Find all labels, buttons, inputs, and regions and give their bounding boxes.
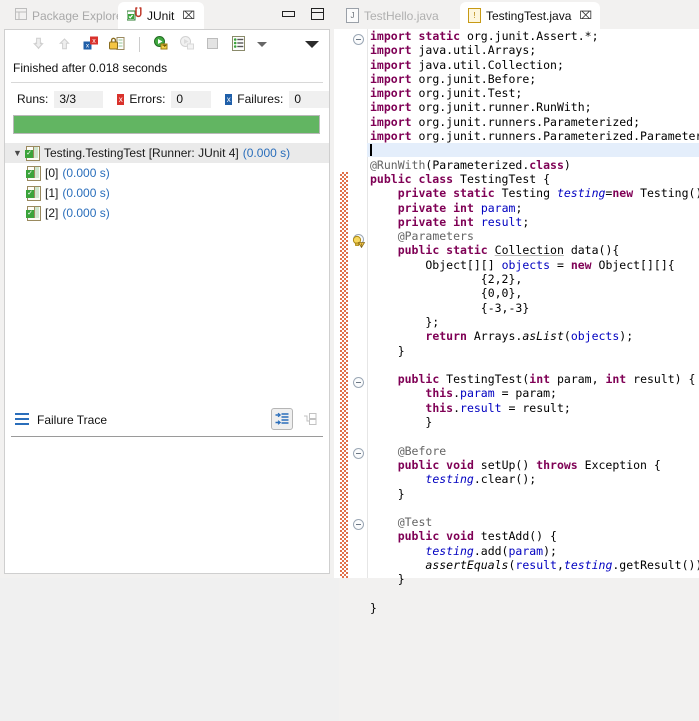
junit-icon	[126, 7, 142, 24]
junit-view-panel: Package Explorer JUnit ⌧ x x Finished af…	[0, 0, 699, 721]
errors-label: Errors:	[129, 92, 166, 106]
history-list-icon[interactable]	[231, 36, 248, 53]
failure-trace-icon	[15, 412, 29, 428]
tree-row-root[interactable]: ✓ Testing.TestingTest [Runner: JUnit 4] …	[5, 143, 329, 163]
failure-trace-content[interactable]	[5, 437, 329, 573]
close-icon[interactable]: ⌧	[182, 9, 195, 22]
tree-row-case-1[interactable]: ✓ [1] (0.000 s)	[5, 143, 699, 721]
tree-row-label: [2]	[45, 206, 59, 220]
failures-value: 0	[289, 90, 329, 108]
test-result-tree: ✓ Testing.TestingTest [Runner: JUnit 4] …	[5, 143, 699, 721]
close-icon[interactable]: ⌧	[579, 9, 592, 22]
view-window-buttons	[282, 8, 324, 20]
quick-fix-warning-icon[interactable]: !	[352, 235, 366, 249]
tab-label: Package Explorer	[32, 8, 127, 23]
chevron-down-icon[interactable]	[257, 42, 267, 47]
error-icon: x	[117, 93, 125, 105]
runs-value: 3/3	[54, 90, 104, 108]
svg-text:!: !	[361, 243, 362, 248]
left-tabbar: Package Explorer JUnit ⌧	[0, 0, 334, 29]
tab-label: JUnit	[147, 8, 175, 23]
svg-text:x: x	[92, 38, 96, 45]
minimize-icon[interactable]	[282, 11, 295, 17]
rerun-green-icon[interactable]	[153, 36, 170, 53]
test-suite-icon: ✓	[24, 146, 40, 161]
test-progress-bar	[13, 115, 320, 134]
arrow-down-icon[interactable]	[31, 36, 48, 53]
view-menu-icon[interactable]	[305, 41, 319, 48]
java-file-warning-icon: !	[468, 8, 481, 23]
failure-trace-title: Failure Trace	[37, 413, 108, 427]
runs-label: Runs:	[17, 92, 49, 106]
failure-trace-header: Failure Trace	[5, 406, 329, 434]
folding-ruler[interactable]: !	[350, 29, 368, 578]
editor-tab-testingtest[interactable]: ! TestingTest.java ⌧	[460, 2, 601, 29]
tree-row-label: [1]	[45, 186, 59, 200]
failure-trace-buttons	[271, 408, 321, 430]
java-file-icon: J	[346, 8, 359, 23]
test-case-icon: ✓	[25, 186, 41, 201]
maximize-icon[interactable]	[311, 8, 324, 20]
divider	[11, 82, 323, 83]
editor-tabbar: J TestHello.java ! TestingTest.java ⌧	[334, 0, 699, 29]
tree-row-time: (0.000 s)	[62, 166, 110, 180]
compare-icon[interactable]	[299, 408, 321, 430]
test-case-icon: ✓	[25, 206, 41, 221]
eclipse-workbench: Package Explorer JUnit ⌧ x x Finished af…	[0, 0, 699, 721]
folding-collapse-icon[interactable]	[353, 34, 364, 45]
tab-package-explorer[interactable]: Package Explorer	[6, 2, 136, 29]
editor-area: J TestHello.java ! TestingTest.java ⌧ ! …	[334, 0, 699, 615]
tree-row-label: Testing.TestingTest [Runner: JUnit 4]	[44, 146, 239, 160]
folding-collapse-icon[interactable]	[353, 448, 364, 459]
package-explorer-icon	[15, 8, 27, 23]
errors-value: 0	[171, 90, 212, 108]
failures-label: Failures:	[237, 92, 284, 106]
editor-tab-label: TestingTest.java	[486, 8, 572, 23]
progress-fill	[14, 116, 319, 133]
junit-status-text: Finished after 0.018 seconds	[13, 61, 168, 75]
test-case-icon: ✓	[25, 166, 41, 181]
tree-row-case-2[interactable]: ✓ [2] (0.000 s)	[5, 143, 699, 721]
annotation-ruler[interactable]	[334, 29, 350, 578]
tree-row-time: (0.000 s)	[62, 206, 110, 220]
tree-row-time: (0.000 s)	[62, 186, 110, 200]
tree-row-label: [0]	[45, 166, 59, 180]
editor-tab-label: TestHello.java	[364, 8, 439, 23]
tree-row-time: (0.000 s)	[242, 146, 291, 160]
folding-collapse-icon[interactable]	[353, 519, 364, 530]
junit-toolbar: x x	[5, 30, 329, 59]
expand-arrow-icon[interactable]	[11, 148, 24, 158]
toolbar-separator	[139, 37, 140, 52]
editor-tab-testhello[interactable]: J TestHello.java	[338, 2, 447, 29]
arrow-up-icon[interactable]	[57, 36, 74, 53]
tree-row-case-0[interactable]: ✓ [0] (0.000 s)	[5, 143, 699, 721]
folding-collapse-icon[interactable]	[353, 377, 364, 388]
rerun-failed-icon[interactable]	[179, 36, 196, 53]
change-bar	[340, 172, 348, 578]
lock-icon[interactable]	[109, 36, 126, 53]
java-source-editor[interactable]: ! import static org.junit.Assert.*; impor…	[334, 29, 699, 615]
junit-counters: Runs: 3/3 x Errors: 0 x Failures: 0	[5, 88, 329, 110]
stop-square-icon[interactable]	[205, 36, 222, 53]
failure-icon: x	[225, 93, 233, 105]
code-content[interactable]: import static org.junit.Assert.*; import …	[370, 29, 699, 615]
junit-view-body: x x Finished after 0.018 seconds Runs: 3…	[4, 29, 699, 721]
tab-junit[interactable]: JUnit ⌧	[118, 2, 205, 29]
failures-filter-icon[interactable]: x x	[83, 36, 100, 53]
filter-stack-icon[interactable]	[271, 408, 293, 430]
